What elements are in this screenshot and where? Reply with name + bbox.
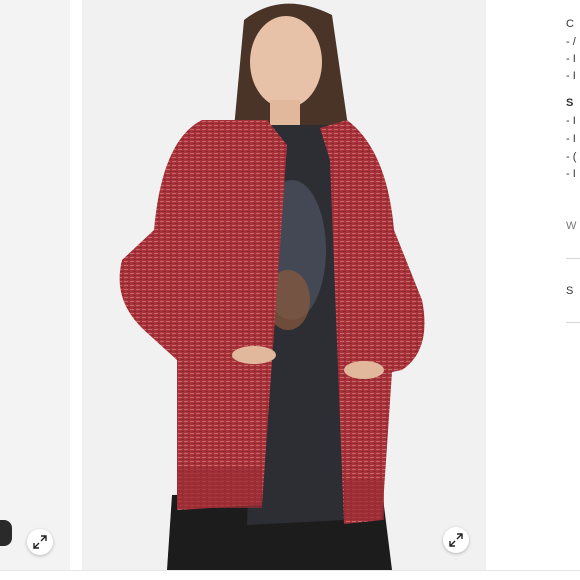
details-heading-fragment: C [566,18,574,30]
divider [566,322,580,323]
details-line-fragment: - I [566,115,576,127]
details-line-fragment: - / [566,36,576,48]
right-hand [344,361,384,379]
details-line-fragment: - ( [566,151,577,163]
product-details-column: C - / - I - I S - I - I - ( - I W S [566,0,580,580]
details-line-fragment: - I [566,70,576,82]
details-line-fragment: - I [566,133,576,145]
accordion-label-fragment[interactable]: W [566,220,576,232]
divider [566,258,580,259]
shoe-fragment [0,520,12,546]
accordion-label-fragment[interactable]: S [566,285,573,297]
face [250,16,322,108]
divider [0,570,580,571]
details-line-fragment: - I [566,53,576,65]
model-photo [119,3,425,570]
expand-arrows-icon [33,535,47,549]
previous-product-image[interactable] [0,0,70,570]
main-product-image[interactable] [82,0,486,570]
left-hand [232,346,276,364]
expand-image-button[interactable] [443,527,469,553]
expand-image-button-previous[interactable] [27,529,53,555]
cardigan-left [119,120,287,510]
details-line-fragment: - I [566,168,576,180]
size-fit-heading-fragment: S [566,97,574,109]
expand-arrows-icon [449,533,463,547]
